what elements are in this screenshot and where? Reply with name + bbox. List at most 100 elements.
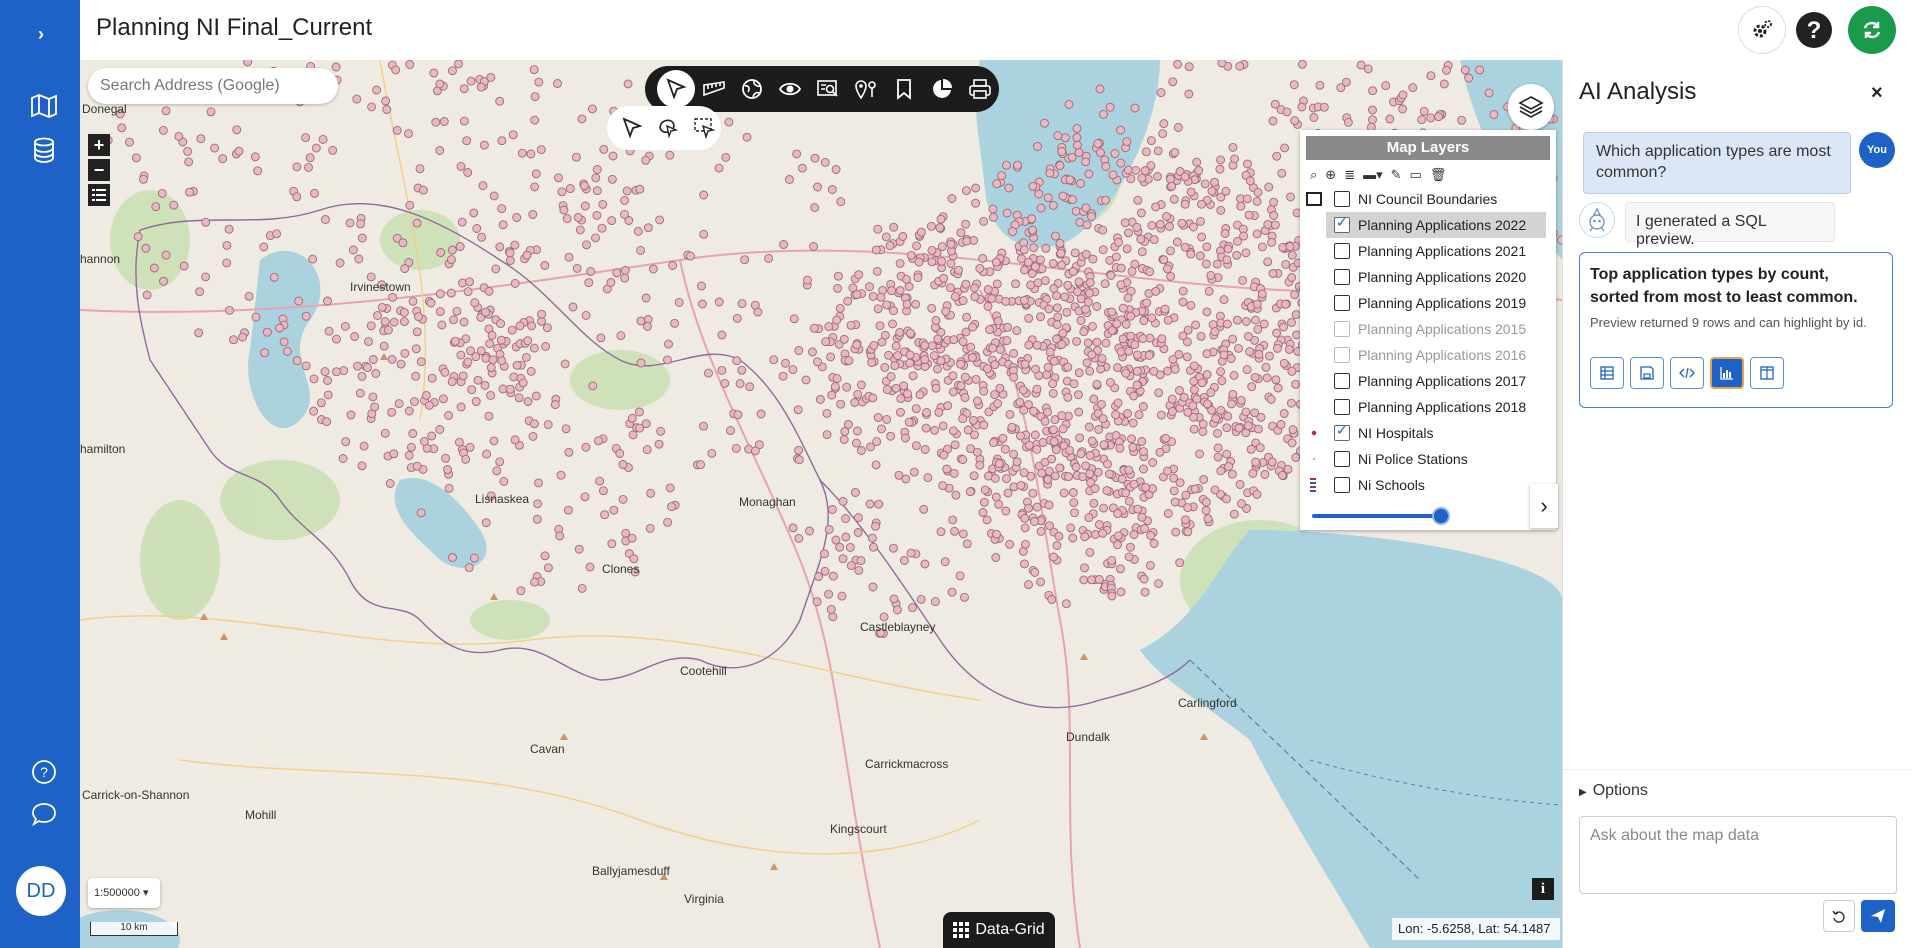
planning-point[interactable]	[933, 364, 942, 374]
planning-point[interactable]	[607, 216, 617, 226]
planning-point[interactable]	[914, 257, 924, 267]
planning-point[interactable]	[820, 157, 830, 167]
planning-point[interactable]	[871, 245, 881, 255]
planning-point[interactable]	[886, 431, 896, 441]
planning-point[interactable]	[530, 182, 540, 192]
planning-point[interactable]	[405, 200, 415, 210]
planning-point[interactable]	[481, 307, 491, 317]
planning-point[interactable]	[1138, 334, 1148, 344]
planning-point[interactable]	[915, 390, 925, 400]
planning-point[interactable]	[1098, 245, 1108, 255]
planning-point[interactable]	[846, 561, 856, 571]
planning-point[interactable]	[1029, 243, 1039, 253]
planning-point[interactable]	[1090, 530, 1100, 539]
planning-point[interactable]	[655, 215, 665, 225]
planning-point[interactable]	[1107, 591, 1117, 601]
planning-point[interactable]	[486, 363, 496, 373]
planning-point[interactable]	[1229, 509, 1239, 519]
planning-point[interactable]	[1236, 201, 1246, 211]
planning-point[interactable]	[961, 219, 971, 229]
planning-point[interactable]	[1115, 443, 1125, 453]
planning-point[interactable]	[1069, 379, 1079, 389]
planning-point[interactable]	[1009, 348, 1019, 358]
planning-point[interactable]	[1121, 368, 1131, 378]
planning-point[interactable]	[836, 197, 846, 207]
planning-point[interactable]	[1002, 336, 1012, 346]
planning-point[interactable]	[1098, 225, 1108, 235]
planning-point[interactable]	[618, 460, 628, 469]
planning-point[interactable]	[663, 517, 673, 527]
planning-point[interactable]	[982, 515, 992, 525]
planning-point[interactable]	[1184, 62, 1194, 72]
planning-point[interactable]	[1264, 182, 1274, 192]
planning-point[interactable]	[1215, 164, 1225, 174]
planning-point[interactable]	[868, 291, 878, 301]
planning-point[interactable]	[1073, 390, 1083, 400]
planning-point[interactable]	[495, 242, 505, 252]
planning-point[interactable]	[1255, 443, 1265, 453]
planning-point[interactable]	[243, 60, 253, 67]
planning-point[interactable]	[1024, 313, 1034, 323]
planning-point[interactable]	[541, 342, 551, 351]
planning-point[interactable]	[1108, 170, 1118, 180]
help-icon[interactable]: ?	[30, 758, 58, 786]
planning-point[interactable]	[1278, 242, 1288, 252]
planning-point[interactable]	[908, 371, 918, 381]
planning-point[interactable]	[620, 209, 629, 219]
layer-checkbox[interactable]	[1334, 477, 1350, 493]
planning-point[interactable]	[1004, 183, 1014, 193]
planning-point[interactable]	[936, 527, 946, 537]
planning-point[interactable]	[131, 153, 141, 163]
planning-point[interactable]	[1232, 315, 1242, 325]
planning-point[interactable]	[1020, 559, 1029, 569]
planning-point[interactable]	[824, 524, 834, 534]
planning-point[interactable]	[622, 186, 632, 196]
planning-point[interactable]	[990, 473, 1000, 483]
planning-point[interactable]	[452, 306, 462, 316]
planning-point[interactable]	[1147, 220, 1157, 230]
planning-point[interactable]	[1263, 219, 1273, 229]
planning-point[interactable]	[1281, 259, 1291, 269]
planning-point[interactable]	[1094, 425, 1104, 434]
planning-point[interactable]	[1124, 346, 1134, 356]
planning-point[interactable]	[868, 393, 878, 403]
planning-point[interactable]	[458, 371, 468, 381]
planning-point[interactable]	[950, 292, 960, 302]
planning-point[interactable]	[794, 533, 804, 543]
planning-point[interactable]	[1031, 364, 1040, 374]
planning-point[interactable]	[595, 476, 605, 486]
planning-point[interactable]	[968, 322, 978, 332]
planning-point[interactable]	[1145, 560, 1155, 570]
planning-point[interactable]	[497, 136, 507, 146]
planning-point[interactable]	[1201, 506, 1211, 515]
planning-point[interactable]	[1019, 295, 1029, 305]
planning-point[interactable]	[357, 461, 367, 471]
planning-point[interactable]	[740, 255, 750, 265]
planning-point[interactable]	[1220, 229, 1230, 238]
layer-row[interactable]: Planning Applications 2018	[1300, 394, 1556, 420]
planning-point[interactable]	[838, 496, 848, 506]
planning-point[interactable]	[259, 242, 269, 252]
planning-point[interactable]	[532, 514, 542, 524]
planning-point[interactable]	[1116, 263, 1126, 273]
planning-point[interactable]	[466, 76, 476, 86]
planning-point[interactable]	[1241, 317, 1251, 326]
planning-point[interactable]	[1036, 526, 1046, 536]
layers-toggle-button[interactable]	[1508, 84, 1554, 130]
planning-point[interactable]	[456, 350, 466, 360]
opacity-slider[interactable]	[1312, 507, 1450, 525]
planning-point[interactable]	[873, 413, 883, 422]
planning-point[interactable]	[1132, 380, 1142, 390]
planning-point[interactable]	[427, 431, 437, 441]
planning-point[interactable]	[534, 478, 543, 488]
planning-point[interactable]	[874, 499, 884, 509]
planning-point[interactable]	[450, 336, 460, 346]
planning-point[interactable]	[979, 497, 989, 507]
planning-point[interactable]	[357, 371, 367, 381]
planning-point[interactable]	[990, 360, 1000, 370]
planning-point[interactable]	[465, 277, 474, 287]
planning-point[interactable]	[1162, 212, 1171, 221]
planning-point[interactable]	[1043, 362, 1053, 372]
planning-point[interactable]	[510, 278, 520, 288]
planning-point[interactable]	[1398, 104, 1408, 114]
